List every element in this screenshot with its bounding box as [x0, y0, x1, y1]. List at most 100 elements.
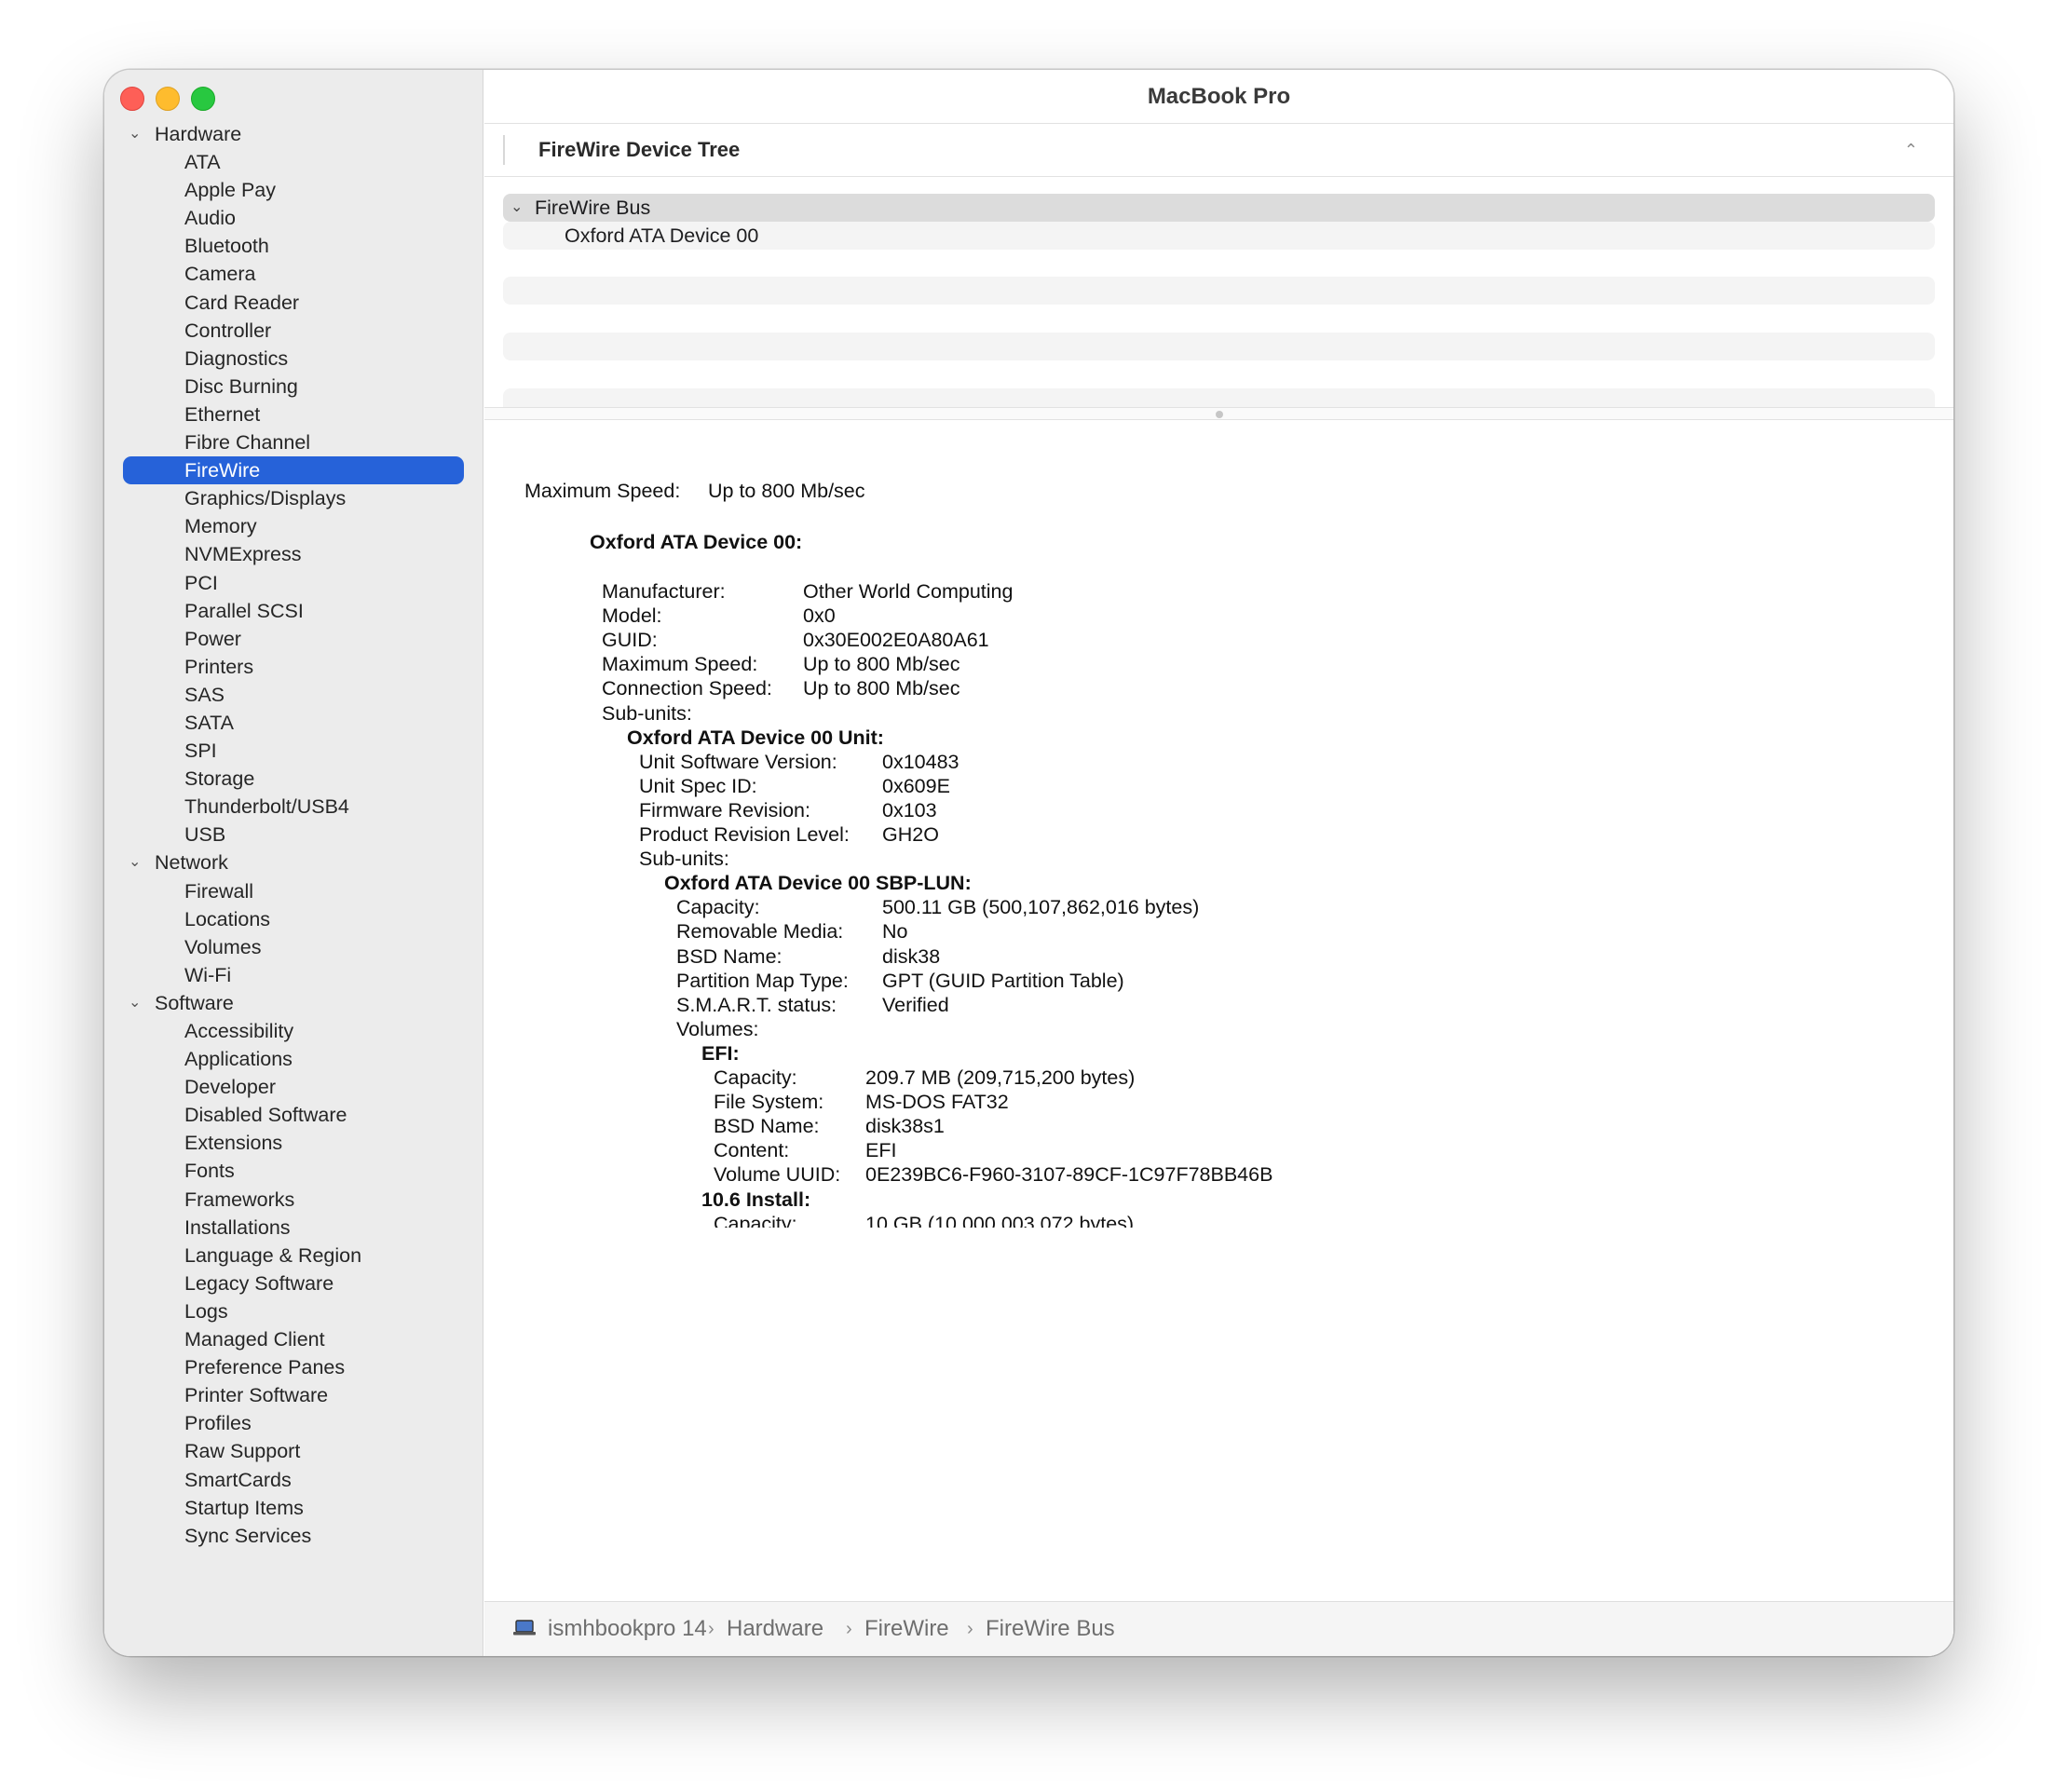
sidebar-item-disc-burning[interactable]: Disc Burning: [104, 373, 483, 400]
sidebar-item-thunderbolt-usb4[interactable]: Thunderbolt/USB4: [104, 793, 483, 821]
sidebar-item-diagnostics[interactable]: Diagnostics: [104, 345, 483, 373]
property-value: Other World Computing: [803, 580, 1014, 603]
minimize-window-button[interactable]: [156, 87, 180, 111]
zoom-window-button[interactable]: [191, 87, 215, 111]
sidebar-item-extensions[interactable]: Extensions: [104, 1129, 483, 1157]
sidebar-item-fibre-channel[interactable]: Fibre Channel: [104, 428, 483, 456]
lun-heading: Oxford ATA Device 00 SBP-LUN:: [664, 872, 972, 895]
chevron-down-icon[interactable]: ⌄: [510, 194, 523, 222]
sidebar-item-managed-client[interactable]: Managed Client: [104, 1325, 483, 1353]
sidebar-item-printer-software[interactable]: Printer Software: [104, 1381, 483, 1409]
sidebar-item-logs[interactable]: Logs: [104, 1297, 483, 1325]
property-key: Capacity:: [714, 1066, 797, 1089]
sidebar-item-sas[interactable]: SAS: [104, 681, 483, 709]
sidebar-group-software[interactable]: ⌄ Software: [104, 989, 483, 1017]
property-key: Sub-units:: [639, 848, 729, 871]
sidebar-item-controller[interactable]: Controller: [104, 317, 483, 345]
empty-row-stripe: [503, 333, 1935, 360]
sidebar-item-language-region[interactable]: Language & Region: [104, 1242, 483, 1269]
device-heading: Oxford ATA Device 00:: [590, 531, 803, 553]
sidebar-item-accessibility[interactable]: Accessibility: [104, 1017, 483, 1045]
device-tree: ⌄ FireWire Bus Oxford ATA Device 00: [503, 194, 1935, 250]
sidebar-item-legacy-software[interactable]: Legacy Software: [104, 1269, 483, 1297]
sidebar-item-startup-items[interactable]: Startup Items: [104, 1494, 483, 1522]
sidebar-item-applications[interactable]: Applications: [104, 1045, 483, 1073]
sidebar-item-developer[interactable]: Developer: [104, 1073, 483, 1101]
sidebar-group-label: Hardware: [155, 123, 242, 145]
sidebar-item-nvmexpress[interactable]: NVMExpress: [104, 540, 483, 568]
unit-heading: Oxford ATA Device 00 Unit:: [627, 726, 884, 749]
property-value: Up to 800 Mb/sec: [708, 480, 865, 502]
property-value: Verified: [882, 993, 949, 1016]
property-value: MS-DOS FAT32: [865, 1091, 1009, 1114]
chevron-down-icon[interactable]: ⌄: [129, 848, 141, 876]
path-crumb-hardware[interactable]: Hardware: [727, 1602, 823, 1656]
sidebar-item-camera[interactable]: Camera: [104, 260, 483, 288]
property-value: 209.7 MB (209,715,200 bytes): [865, 1066, 1136, 1089]
sidebar-item-preference-panes[interactable]: Preference Panes: [104, 1353, 483, 1381]
property-key: S.M.A.R.T. status:: [676, 993, 837, 1016]
property-key: Unit Software Version:: [639, 750, 837, 773]
property-key: Connection Speed:: [602, 677, 772, 700]
sidebar-item-usb[interactable]: USB: [104, 821, 483, 848]
sidebar-item-profiles[interactable]: Profiles: [104, 1409, 483, 1437]
sidebar-item-smartcards[interactable]: SmartCards: [104, 1466, 483, 1494]
sidebar-item-audio[interactable]: Audio: [104, 204, 483, 232]
split-view-divider[interactable]: [484, 407, 1953, 420]
sidebar-item-disabled-software[interactable]: Disabled Software: [104, 1101, 483, 1129]
property-key: Maximum Speed:: [524, 480, 681, 502]
sidebar-item-fonts[interactable]: Fonts: [104, 1157, 483, 1185]
sidebar-item-memory[interactable]: Memory: [104, 512, 483, 540]
sidebar-item-sata[interactable]: SATA: [104, 709, 483, 737]
property-value: Up to 800 Mb/sec: [803, 677, 960, 700]
property-value: No: [882, 920, 908, 944]
sidebar-item-parallel-scsi[interactable]: Parallel SCSI: [104, 597, 483, 625]
divider-handle[interactable]: [1215, 411, 1223, 418]
chevron-down-icon[interactable]: ⌄: [129, 989, 141, 1017]
sidebar-item-raw-support[interactable]: Raw Support: [104, 1437, 483, 1465]
property-key: Sub-units:: [602, 701, 692, 725]
sidebar-item-ethernet[interactable]: Ethernet: [104, 400, 483, 428]
tree-row-oxford-device[interactable]: Oxford ATA Device 00: [503, 222, 1935, 250]
property-value: EFI: [865, 1139, 897, 1162]
property-key: Maximum Speed:: [602, 653, 758, 676]
property-value: 0x0: [803, 604, 836, 628]
sidebar-item-firewall[interactable]: Firewall: [104, 877, 483, 905]
sidebar-item-apple-pay[interactable]: Apple Pay: [104, 176, 483, 204]
chevron-down-icon[interactable]: ⌄: [129, 120, 141, 148]
sidebar-item-spi[interactable]: SPI: [104, 737, 483, 765]
close-window-button[interactable]: [120, 87, 144, 111]
path-crumb-computer[interactable]: ismhbookpro 14: [548, 1602, 707, 1656]
sidebar-item-installations[interactable]: Installations: [104, 1214, 483, 1242]
path-crumb-firewire[interactable]: FireWire: [864, 1602, 949, 1656]
sidebar-group-network[interactable]: ⌄ Network: [104, 848, 483, 876]
sidebar-item-locations[interactable]: Locations: [104, 905, 483, 933]
sidebar-item-printers[interactable]: Printers: [104, 653, 483, 681]
property-key: Partition Map Type:: [676, 969, 849, 992]
property-value: 0x30E002E0A80A61: [803, 629, 989, 652]
property-key: Manufacturer:: [602, 580, 726, 603]
sidebar-group-hardware[interactable]: ⌄ Hardware: [104, 120, 483, 148]
sidebar-item-volumes[interactable]: Volumes: [104, 933, 483, 961]
property-value: 10 GB (10,000,003,072 bytes): [865, 1212, 1135, 1228]
tree-row-label: FireWire Bus: [535, 197, 651, 219]
sidebar-group-label: Network: [155, 851, 228, 875]
path-crumb-firewire-bus[interactable]: FireWire Bus: [986, 1602, 1115, 1656]
sidebar-item-storage[interactable]: Storage: [104, 765, 483, 793]
section-title: FireWire Device Tree: [538, 138, 741, 161]
sidebar-item-ata[interactable]: ATA: [104, 148, 483, 176]
sidebar-item-power[interactable]: Power: [104, 625, 483, 653]
sidebar-item-wi-fi[interactable]: Wi-Fi: [104, 961, 483, 989]
sidebar-item-bluetooth[interactable]: Bluetooth: [104, 232, 483, 260]
sidebar-item-card-reader[interactable]: Card Reader: [104, 289, 483, 317]
sidebar-item-graphics-displays[interactable]: Graphics/Displays: [104, 484, 483, 512]
sidebar-item-frameworks[interactable]: Frameworks: [104, 1186, 483, 1214]
property-key: Capacity:: [676, 896, 760, 919]
chevron-up-icon[interactable]: ⌃: [1904, 124, 1918, 176]
sidebar-item-pci[interactable]: PCI: [104, 569, 483, 597]
volume-heading: EFI:: [701, 1041, 740, 1065]
section-header[interactable]: FireWire Device Tree ⌃: [484, 124, 1953, 177]
sidebar-item-sync-services[interactable]: Sync Services: [104, 1522, 483, 1550]
tree-row-firewire-bus[interactable]: ⌄ FireWire Bus: [503, 194, 1935, 222]
sidebar-item-firewire[interactable]: FireWire: [123, 456, 464, 485]
